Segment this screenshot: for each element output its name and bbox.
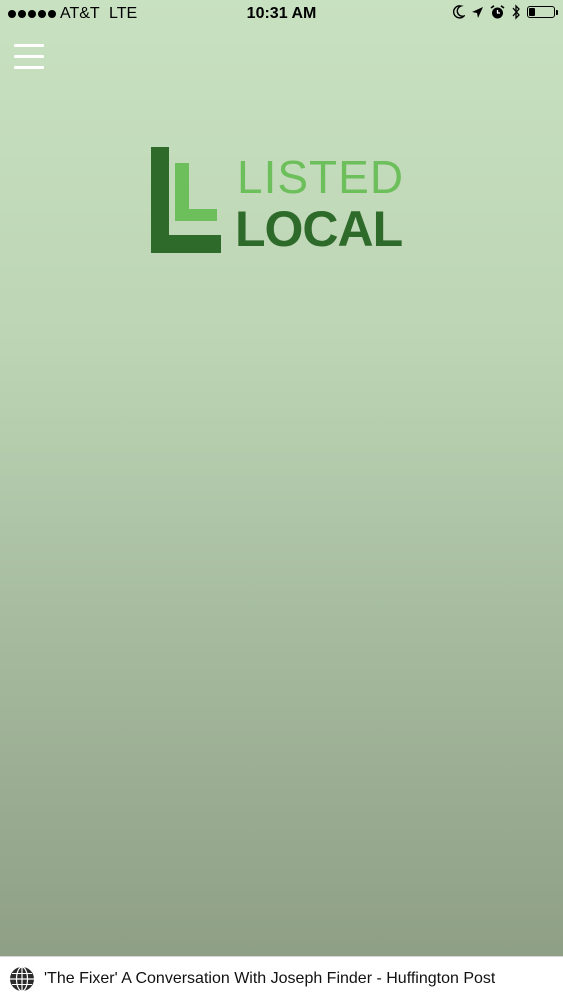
listed-local-logo: LISTED LOCAL [151,147,421,255]
status-bar: AT&T LTE 10:31 AM [0,0,563,30]
hamburger-menu-icon[interactable] [14,44,44,70]
status-icons [453,4,558,20]
news-ticker[interactable]: 'The Fixer' A Conversation With Joseph F… [0,956,563,1000]
battery-icon [527,6,558,18]
logo-word-local: LOCAL [235,201,403,257]
logo-mark-icon [151,147,221,253]
news-headline[interactable]: 'The Fixer' A Conversation With Joseph F… [44,970,495,988]
battery-level-fill [529,8,535,16]
location-arrow-icon [472,6,483,18]
logo-word-listed: LISTED [237,151,405,203]
moon-icon [453,5,465,19]
app-screen: AT&T LTE 10:31 AM LISTED LOCAL [0,0,563,956]
alarm-icon [490,4,505,18]
bluetooth-icon [512,4,520,20]
globe-icon [10,965,34,992]
